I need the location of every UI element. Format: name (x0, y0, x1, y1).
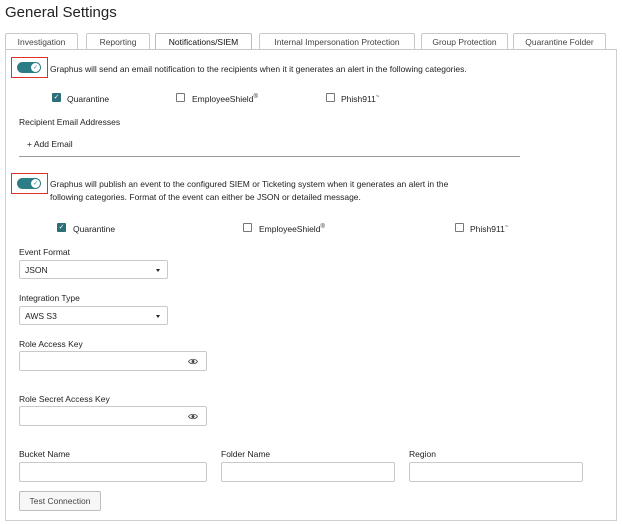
siem-category-phish911-label: Phish911~ (470, 224, 509, 234)
toggle-knob: ✓ (31, 63, 40, 72)
integration-type-value: AWS S3 (25, 311, 57, 321)
tab-bar: Investigation Reporting Notifications/SI… (5, 33, 617, 50)
add-email-button[interactable]: + Add Email (27, 139, 73, 149)
siem-category-employeeshield-label: EmployeeShield® (259, 224, 325, 234)
check-icon: ✓ (32, 180, 39, 187)
event-format-value: JSON (25, 265, 48, 275)
email-category-quarantine-checkbox[interactable]: ✓ (52, 93, 61, 102)
integration-type-label: Integration Type (19, 293, 80, 303)
tab-investigation[interactable]: Investigation (5, 33, 78, 50)
folder-name-label: Folder Name (221, 449, 271, 459)
siem-category-employeeshield-checkbox[interactable] (243, 223, 252, 232)
bucket-name-input[interactable] (19, 462, 207, 482)
section-divider (19, 156, 520, 157)
eye-icon[interactable] (188, 413, 198, 420)
siem-publish-description: Graphus will publish an event to the con… (50, 179, 449, 202)
role-secret-access-key-label: Role Secret Access Key (19, 394, 110, 404)
email-notification-description: Graphus will send an email notification … (50, 64, 467, 74)
tab-internal-impersonation-protection[interactable]: Internal Impersonation Protection (259, 33, 415, 50)
role-secret-access-key-input[interactable] (19, 406, 207, 426)
siem-category-quarantine-label: Quarantine (73, 224, 116, 234)
tab-reporting[interactable]: Reporting (86, 33, 150, 50)
role-access-key-input[interactable] (19, 351, 207, 371)
check-icon: ✓ (32, 64, 39, 71)
caret-down-icon (156, 315, 160, 318)
siem-publish-toggle[interactable]: ✓ (17, 178, 41, 189)
check-icon: ✓ (58, 224, 65, 231)
email-category-quarantine-label: Quarantine (67, 94, 110, 104)
siem-category-phish911-checkbox[interactable] (455, 223, 464, 232)
role-access-key-label: Role Access Key (19, 339, 83, 349)
siem-category-quarantine-checkbox[interactable]: ✓ (57, 223, 66, 232)
email-category-phish911-label: Phish911~ (341, 94, 380, 104)
tab-notifications-siem[interactable]: Notifications/SIEM (155, 33, 252, 50)
region-input[interactable] (409, 462, 583, 482)
region-label: Region (409, 449, 436, 459)
eye-icon[interactable] (188, 358, 198, 365)
email-toggle-highlight: ✓ (11, 57, 48, 78)
tab-quarantine-folder[interactable]: Quarantine Folder (513, 33, 606, 50)
test-connection-button[interactable]: Test Connection (19, 491, 101, 511)
email-category-phish911-checkbox[interactable] (326, 93, 335, 102)
caret-down-icon (156, 269, 160, 272)
siem-toggle-highlight: ✓ (11, 173, 48, 194)
tab-group-protection[interactable]: Group Protection (421, 33, 508, 50)
email-notification-toggle[interactable]: ✓ (17, 62, 41, 73)
email-category-employeeshield-label: EmployeeShield® (192, 94, 258, 104)
toggle-knob: ✓ (31, 179, 40, 188)
folder-name-input[interactable] (221, 462, 395, 482)
email-category-employeeshield-checkbox[interactable] (176, 93, 185, 102)
check-icon: ✓ (53, 94, 60, 101)
bucket-name-label: Bucket Name (19, 449, 71, 459)
integration-type-select[interactable]: AWS S3 (19, 306, 168, 325)
page-title: General Settings (5, 4, 117, 21)
recipient-email-addresses-label: Recipient Email Addresses (19, 117, 121, 127)
event-format-label: Event Format (19, 247, 71, 257)
event-format-select[interactable]: JSON (19, 260, 168, 279)
